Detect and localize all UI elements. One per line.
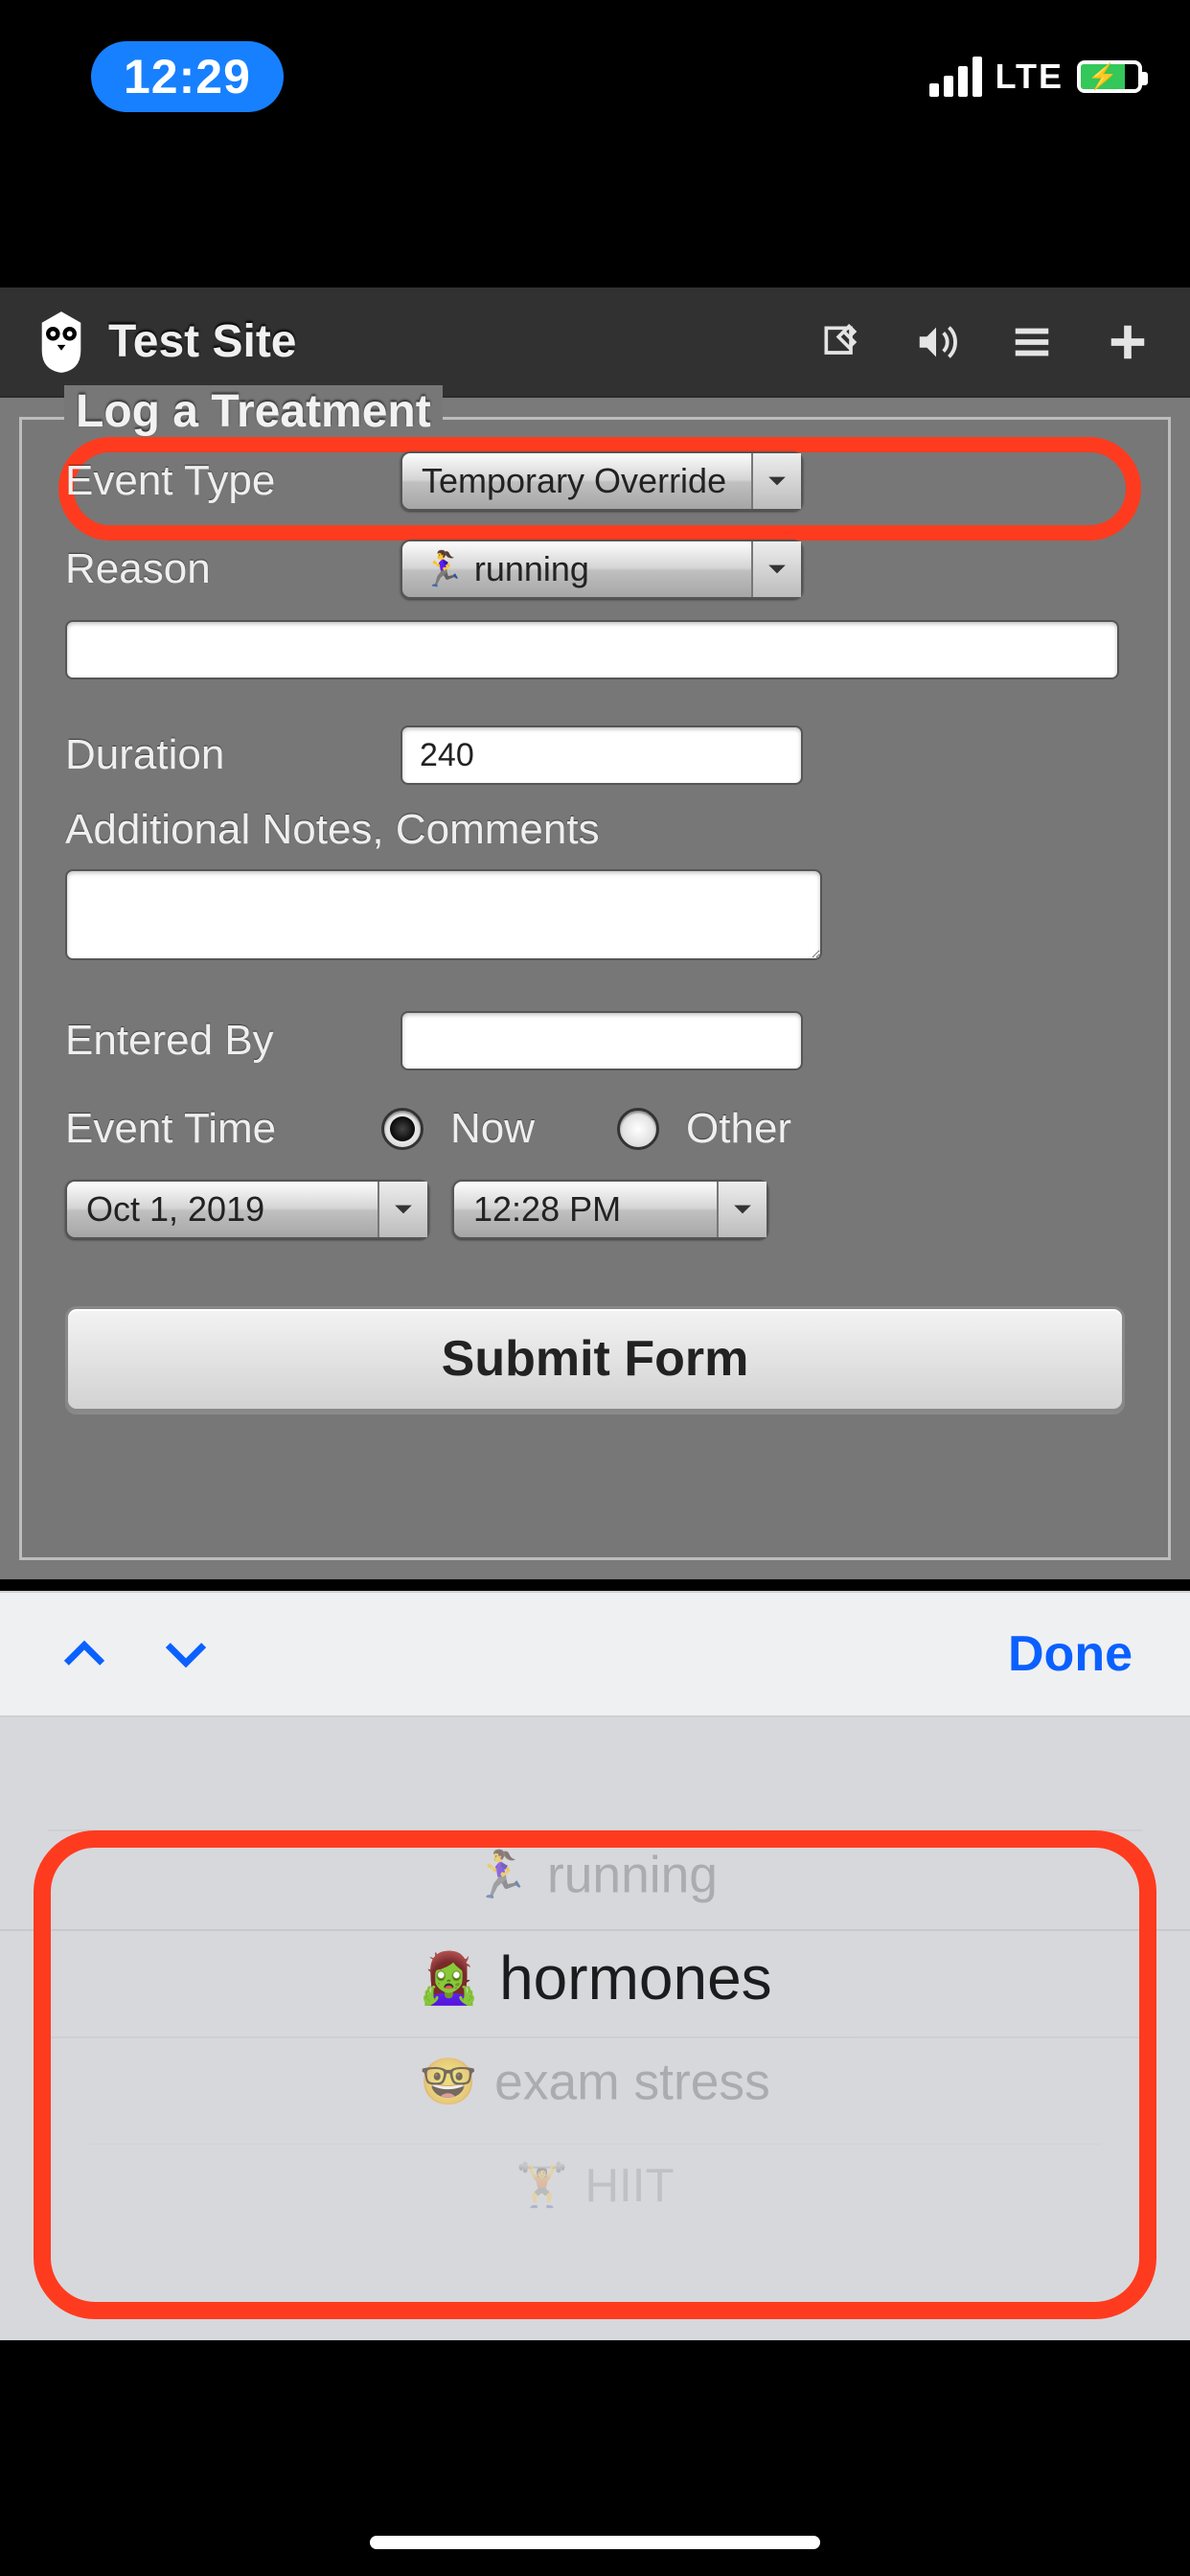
date-select[interactable]: Oct 1, 2019: [65, 1180, 429, 1239]
next-field-chevron-down-icon[interactable]: [159, 1627, 213, 1681]
row-event-type: Event Type Temporary Override: [65, 444, 1125, 518]
charging-bolt-icon: ⚡: [1087, 62, 1118, 92]
battery-icon: ⚡: [1077, 60, 1142, 93]
plus-icon[interactable]: [1104, 318, 1152, 366]
row-datetime: Oct 1, 2019 12:28 PM: [65, 1180, 1125, 1239]
zombie-emoji-icon: 🧟‍♀️: [418, 1949, 480, 2008]
label-duration: Duration: [65, 731, 400, 779]
duration-input[interactable]: [400, 725, 803, 785]
input-accessory-bar: Done: [0, 1591, 1190, 1717]
cellular-signal-icon: [929, 57, 982, 97]
label-notes: Additional Notes, Comments: [65, 806, 1125, 854]
picker-wheel[interactable]: 🏃‍♀️ running 🧟‍♀️ hormones 🤓 exam stress…: [0, 1717, 1190, 2340]
site-title: Test Site: [108, 315, 297, 368]
label-event-time: Event Time: [65, 1105, 381, 1153]
volume-icon[interactable]: [912, 318, 960, 366]
label-entered-by: Entered By: [65, 1017, 400, 1065]
picker-option-label: exam stress: [494, 2052, 770, 2111]
edit-icon[interactable]: [816, 318, 864, 366]
nerd-emoji-icon: 🤓: [420, 2055, 477, 2108]
label-reason: Reason: [65, 545, 400, 593]
notes-textarea[interactable]: [65, 869, 822, 960]
chevron-down-icon: [751, 453, 801, 509]
entered-by-input[interactable]: [400, 1011, 803, 1070]
home-indicator: [370, 2536, 820, 2549]
brand: Test Site: [34, 309, 297, 376]
event-type-select[interactable]: Temporary Override: [400, 451, 803, 511]
done-button[interactable]: Done: [1008, 1625, 1133, 1683]
chevron-down-icon: [717, 1182, 767, 1237]
submit-button[interactable]: Submit Form: [65, 1306, 1125, 1412]
label-event-type: Event Type: [65, 457, 400, 505]
phone-frame: 12:29 LTE ⚡ Test Site: [0, 0, 1190, 2576]
picker-option-label: running: [547, 1845, 718, 1904]
runner-emoji-icon: 🏃‍♀️: [472, 1848, 530, 1901]
app-header: Test Site: [0, 288, 1190, 398]
menu-icon[interactable]: [1008, 318, 1056, 366]
row-event-time: Event Time Now Other: [65, 1092, 1125, 1166]
row-duration: Duration: [65, 718, 1125, 793]
status-time-pill: 12:29: [91, 41, 284, 112]
form-legend: Log a Treatment: [64, 385, 443, 438]
chevron-down-icon: [378, 1182, 427, 1237]
radio-other-label: Other: [686, 1105, 791, 1153]
radio-now-label: Now: [450, 1105, 535, 1153]
network-label: LTE: [995, 57, 1064, 97]
treatment-form: Log a Treatment Event Type Temporary Ove…: [19, 417, 1171, 1560]
event-type-value: Temporary Override: [402, 461, 751, 501]
reason-select[interactable]: 🏃‍♀️ running: [400, 540, 803, 599]
picker-option-label: HIIT: [584, 2157, 674, 2212]
prev-field-chevron-up-icon[interactable]: [57, 1627, 111, 1681]
row-reason: Reason 🏃‍♀️ running: [65, 532, 1125, 607]
picker-option[interactable]: 🏃‍♀️ running: [48, 1829, 1143, 1918]
status-right: LTE ⚡: [929, 57, 1142, 97]
app-content: Test Site Log a Treatment: [0, 288, 1190, 1579]
date-value: Oct 1, 2019: [67, 1189, 378, 1230]
picker-option[interactable]: 🏋️ HIIT: [89, 2144, 1101, 2225]
reason-value: 🏃‍♀️ running: [402, 549, 751, 589]
radio-other[interactable]: [617, 1108, 659, 1150]
weightlifter-emoji-icon: 🏋️: [515, 2160, 568, 2210]
row-entered-by: Entered By: [65, 1003, 1125, 1078]
picker-option-label: hormones: [499, 1943, 772, 2013]
radio-now[interactable]: [381, 1108, 423, 1150]
time-value: 12:28 PM: [454, 1189, 717, 1230]
picker-option-selected[interactable]: 🧟‍♀️ hormones: [0, 1929, 1190, 2025]
time-select[interactable]: 12:28 PM: [452, 1180, 768, 1239]
header-icons: [816, 318, 1152, 366]
nightscout-logo-icon: [34, 309, 89, 376]
status-bar: 12:29 LTE ⚡: [0, 38, 1190, 115]
chevron-down-icon: [751, 541, 801, 597]
picker-option[interactable]: 🤓 exam stress: [48, 2036, 1143, 2125]
reason-text-input[interactable]: [65, 620, 1119, 679]
